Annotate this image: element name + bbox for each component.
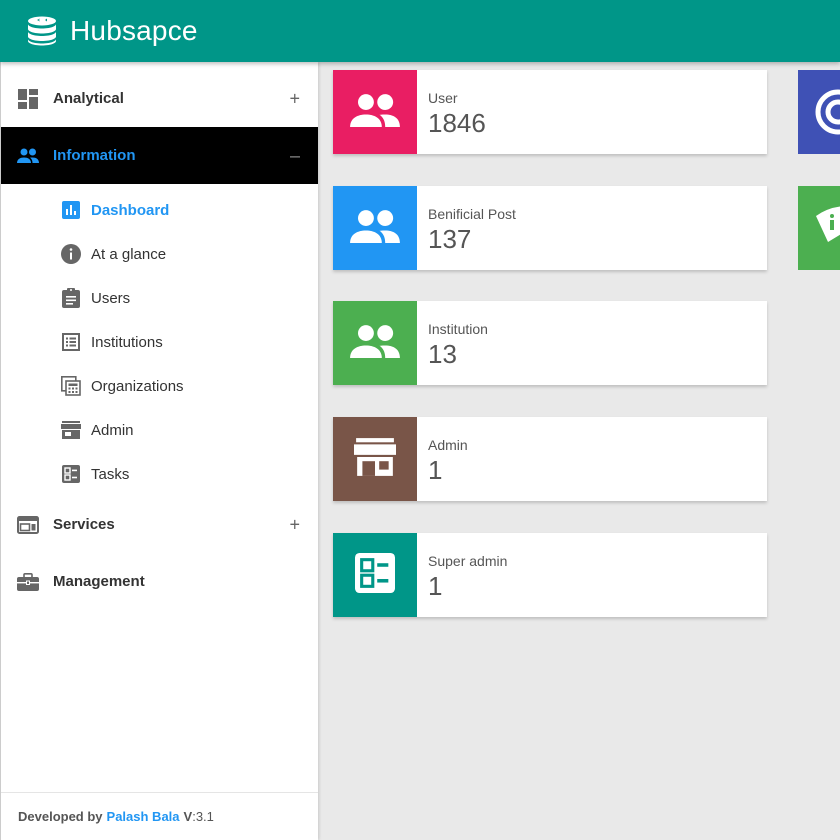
- stat-card-admin[interactable]: Admin 1: [333, 417, 767, 501]
- briefcase-icon: [17, 571, 39, 593]
- app-header: Hubsapce: [0, 0, 840, 62]
- sidebar-group-services[interactable]: Services +: [1, 496, 318, 553]
- stat-value: 13: [428, 339, 457, 369]
- stat-card-partial[interactable]: [798, 70, 840, 154]
- sidebar-group-analytical[interactable]: Analytical +: [1, 70, 318, 127]
- stat-value: 1: [428, 571, 443, 601]
- sidebar-group-label: Services: [53, 516, 115, 533]
- people-icon: [350, 324, 400, 363]
- checklist-icon: [61, 464, 81, 484]
- information-submenu: Dashboard At a glance Users Institutions…: [1, 184, 318, 496]
- sidebar-item-label: At a glance: [91, 245, 167, 263]
- database-logo-icon[interactable]: [26, 15, 58, 47]
- sidebar-item-at-a-glance[interactable]: At a glance: [1, 232, 318, 276]
- sidebar-group-label: Management: [53, 573, 145, 590]
- stat-value: 1: [428, 455, 443, 485]
- stat-value: 137: [428, 224, 472, 254]
- stat-card-user[interactable]: User 1846: [333, 70, 767, 154]
- wifi-icon: [798, 206, 840, 270]
- people-icon: [17, 145, 39, 167]
- sidebar-item-users[interactable]: Users: [1, 276, 318, 320]
- sidebar-item-admin[interactable]: Admin: [1, 408, 318, 452]
- sidebar-item-organizations[interactable]: Organizations: [1, 364, 318, 408]
- sidebar-item-label: Tasks: [91, 465, 130, 483]
- sidebar-item-label: Organizations: [91, 377, 184, 395]
- stat-card-icon-box: [333, 186, 417, 270]
- expand-toggle[interactable]: +: [289, 88, 300, 109]
- sidebar-group-management[interactable]: Management: [1, 553, 318, 610]
- people-icon: [350, 93, 400, 132]
- version-number: :3.1: [192, 809, 214, 824]
- author-link[interactable]: Palash Bala: [107, 809, 180, 824]
- checklist-icon: [355, 552, 395, 598]
- sidebar-item-label: Admin: [91, 421, 134, 439]
- stat-label: Benificial Post: [428, 206, 516, 222]
- sidebar-footer: Developed by Palash Bala V :3.1: [1, 792, 318, 840]
- stat-card-benificial-post[interactable]: Benificial Post 137: [333, 186, 767, 270]
- app-brand-title[interactable]: Hubsapce: [70, 15, 198, 47]
- stat-label: User: [428, 90, 458, 106]
- stat-card-icon-box: [333, 417, 417, 501]
- sidebar-group-information[interactable]: Information –: [1, 127, 318, 184]
- sidebar-item-label: Dashboard: [91, 201, 170, 219]
- sidebar-item-dashboard[interactable]: Dashboard: [1, 188, 318, 232]
- target-icon: [798, 89, 840, 154]
- collapse-toggle[interactable]: –: [290, 145, 300, 166]
- stat-card-partial[interactable]: [798, 186, 840, 270]
- expand-toggle[interactable]: +: [289, 514, 300, 535]
- info-icon: [61, 244, 81, 264]
- stat-label: Admin: [428, 437, 468, 453]
- stat-value: 1846: [428, 108, 486, 138]
- stat-label: Super admin: [428, 553, 508, 569]
- version-label: V: [183, 809, 193, 824]
- calculator-icon: [61, 376, 81, 396]
- people-icon: [350, 209, 400, 248]
- stat-card-icon-box: [333, 533, 417, 617]
- sidebar-item-tasks[interactable]: Tasks: [1, 452, 318, 496]
- sidebar-item-label: Institutions: [91, 333, 163, 351]
- stat-card-institution[interactable]: Institution 13: [333, 301, 767, 385]
- sidebar-group-label: Information: [53, 147, 136, 164]
- clipboard-icon: [61, 288, 81, 308]
- stat-card-super-admin[interactable]: Super admin 1: [333, 533, 767, 617]
- store-icon: [354, 437, 396, 481]
- stat-card-icon-box: [333, 70, 417, 154]
- sidebar-group-label: Analytical: [53, 90, 124, 107]
- developed-by-text: Developed by: [18, 809, 103, 824]
- stat-label: Institution: [428, 321, 488, 337]
- web-window-icon: [17, 514, 39, 536]
- sidebar-item-institutions[interactable]: Institutions: [1, 320, 318, 364]
- sidebar: Analytical + Information – Dashboard At …: [0, 62, 318, 840]
- stat-card-icon-box: [333, 301, 417, 385]
- dashboard-grid-icon: [17, 88, 39, 110]
- store-icon: [61, 420, 81, 440]
- list-box-icon: [61, 332, 81, 352]
- sidebar-item-label: Users: [91, 289, 131, 307]
- bar-chart-icon: [61, 200, 81, 220]
